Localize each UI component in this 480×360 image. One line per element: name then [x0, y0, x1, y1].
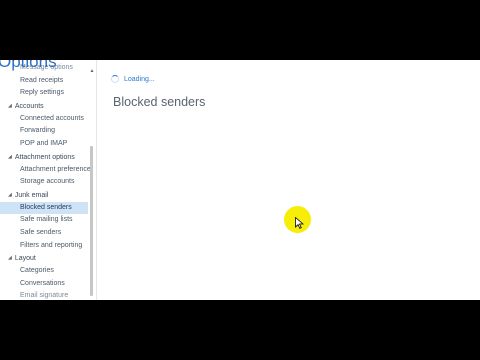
sidebar-item-label: Connected accounts	[20, 114, 84, 122]
scroll-up-icon[interactable]: ▲	[89, 68, 95, 74]
sidebar-group-attachment-options[interactable]: ◢ Attachment options	[0, 151, 88, 164]
sidebar-item-label: Conversations	[20, 279, 65, 287]
loading-indicator: Loading...	[111, 73, 155, 85]
main-content: Loading... Blocked senders	[97, 60, 480, 300]
caret-down-icon[interactable]: ◢	[8, 252, 12, 265]
sidebar-item-connected-accounts[interactable]: Connected accounts	[0, 113, 88, 126]
sidebar-item-storage-accounts[interactable]: Storage accounts	[0, 176, 88, 189]
sidebar-item-pop-and-imap[interactable]: POP and IMAP	[0, 138, 88, 151]
sidebar-item-categories[interactable]: Categories	[0, 265, 88, 278]
sidebar-item-reply-settings[interactable]: Reply settings	[0, 87, 88, 100]
sidebar-item-label: Accounts	[14, 103, 44, 111]
screen: Message options Read receipts Reply settin…	[0, 60, 480, 300]
sidebar-item-label: Safe mailing lists	[20, 216, 73, 224]
page-title: Blocked senders	[113, 95, 206, 109]
sidebar-item-label: Junk email	[14, 192, 49, 200]
options-page-title: Options	[0, 60, 57, 71]
sidebar-item-safe-senders[interactable]: Safe senders	[0, 227, 88, 240]
caret-down-icon[interactable]: ◢	[8, 151, 12, 164]
loading-text: Loading...	[124, 75, 155, 83]
sidebar-item-safe-mailing-lists[interactable]: Safe mailing lists	[0, 214, 88, 227]
sidebar-item-label: Forwarding	[20, 127, 56, 135]
cursor-arrow-icon	[295, 217, 304, 229]
sidebar-group-junk-email[interactable]: ◢ Junk email	[0, 189, 88, 202]
sidebar-group-accounts[interactable]: ◢ Accounts	[0, 100, 88, 113]
sidebar-item-read-receipts[interactable]: Read receipts	[0, 75, 88, 88]
sidebar-item-label: Safe senders	[20, 228, 62, 236]
sidebar-item-label: Filters and reporting	[20, 241, 83, 249]
sidebar-item-forwarding[interactable]: Forwarding	[0, 125, 88, 138]
sidebar-item-email-signature[interactable]: Email signature	[0, 290, 88, 300]
caret-down-icon[interactable]: ◢	[8, 189, 12, 202]
scroll-thumb[interactable]	[90, 146, 93, 296]
sidebar-item-label: Categories	[20, 267, 54, 274]
sidebar-item-label: Storage accounts	[20, 178, 75, 186]
caret-down-icon[interactable]: ◢	[8, 100, 12, 113]
sidebar-item-label: Reply settings	[20, 89, 64, 97]
loading-spinner-icon	[111, 75, 119, 83]
sidebar-item-conversations[interactable]: Conversations	[0, 278, 88, 291]
sidebar-group-layout[interactable]: ◢ Layout	[0, 252, 88, 265]
mouse-cursor	[284, 206, 312, 234]
sidebar-item-label: Attachment preference	[20, 165, 91, 173]
sidebar-item-blocked-senders[interactable]: Blocked senders	[0, 201, 88, 215]
sidebar-item-label: Read receipts	[20, 76, 64, 84]
options-nav-list: Message options Read receipts Reply settin…	[0, 62, 91, 300]
sidebar-item-label: POP and IMAP	[20, 140, 68, 148]
sidebar-item-label: Blocked senders	[20, 203, 72, 211]
sidebar-item-filters-and-reporting[interactable]: Filters and reporting	[0, 240, 88, 253]
sidebar-item-label: Attachment options	[14, 154, 75, 162]
sidebar-scrollbar[interactable]: ▲	[89, 60, 95, 300]
sidebar-item-attachment-preference[interactable]: Attachment preference	[0, 164, 91, 177]
options-sidebar: Message options Read receipts Reply settin…	[0, 60, 96, 300]
sidebar-item-label: Email signature	[20, 292, 69, 300]
sidebar-item-label: Layout	[14, 255, 36, 263]
